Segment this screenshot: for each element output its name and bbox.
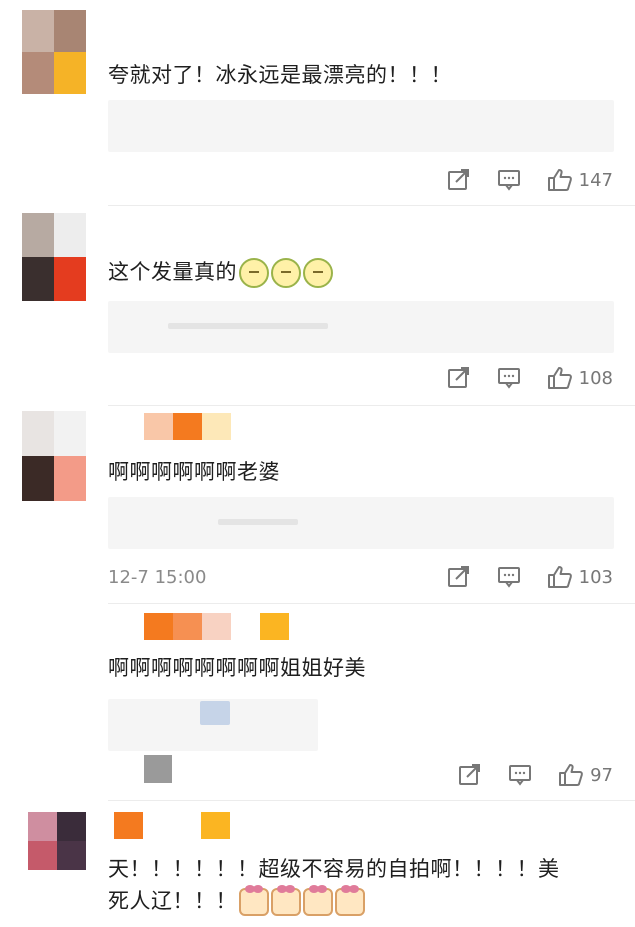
comment-text-content: 这个发量真的 <box>108 260 237 284</box>
blushing-face-emoji-icon <box>239 885 269 916</box>
like-button[interactable]: 108 <box>547 366 613 390</box>
like-button[interactable]: 103 <box>547 565 613 589</box>
comment-text-line2: 死人辽！！！ <box>108 884 365 918</box>
comment-text: 夸就对了！冰永远是最漂亮的！！！ <box>108 63 452 87</box>
share-icon <box>447 169 469 190</box>
comment-button[interactable] <box>508 764 532 786</box>
comment-text-content: 死人辽！！！ <box>108 889 237 913</box>
comment-icon <box>497 368 520 389</box>
like-count: 108 <box>578 367 613 389</box>
comment-icon <box>497 170 520 191</box>
comment-item: 夸就对了！冰永远是最漂亮的！！！ 147 <box>0 0 635 205</box>
reply-preview-text <box>168 323 328 329</box>
share-icon <box>447 566 469 587</box>
comment-actions: 103 <box>447 565 613 589</box>
thumbs-up-icon <box>547 566 572 588</box>
comment-actions: 108 <box>447 366 613 390</box>
thumbs-up-icon <box>559 764 583 786</box>
comment-actions: 97 <box>458 763 613 787</box>
avatar[interactable] <box>22 213 86 301</box>
comment-button[interactable] <box>497 566 521 588</box>
like-button[interactable]: 97 <box>558 763 613 787</box>
blushing-face-emoji-icon <box>303 885 333 916</box>
share-button[interactable] <box>447 566 471 588</box>
timestamp: 12-7 15:00 <box>108 567 207 588</box>
lemon-face-emoji-icon <box>271 258 301 288</box>
lemon-face-emoji-icon <box>303 258 333 288</box>
share-button[interactable] <box>447 169 471 191</box>
share-button[interactable] <box>458 764 482 786</box>
comment-icon <box>509 765 532 786</box>
reply-avatar[interactable] <box>144 755 172 783</box>
reply-preview[interactable] <box>108 497 614 549</box>
reply-preview-text <box>218 519 298 525</box>
share-button[interactable] <box>447 367 471 389</box>
comment-item: 这个发量真的 108 <box>0 205 635 405</box>
reply-preview[interactable] <box>108 301 614 353</box>
reply-preview[interactable] <box>108 100 614 152</box>
comment-text: 啊啊啊啊啊啊啊啊姐姐好美 <box>108 656 366 680</box>
comment-item: 啊啊啊啊啊啊啊啊姐姐好美 97 <box>0 603 635 800</box>
comment-text: 天！！！！！！超级不容易的自拍啊！！！！美 <box>108 857 560 881</box>
comment-button[interactable] <box>497 367 521 389</box>
like-count: 147 <box>578 169 613 191</box>
reply-preview-image <box>200 701 230 725</box>
share-icon <box>447 367 469 388</box>
share-icon <box>459 764 481 785</box>
comment-actions: 147 <box>447 168 613 192</box>
thumbs-up-icon <box>547 367 572 389</box>
avatar[interactable] <box>22 10 86 94</box>
lemon-face-emoji-icon <box>239 258 269 288</box>
username-pixelated[interactable] <box>144 613 289 640</box>
avatar[interactable] <box>22 411 86 501</box>
like-button[interactable]: 147 <box>547 168 613 192</box>
like-count: 97 <box>590 764 613 786</box>
comment-item: 天！！！！！！超级不容易的自拍啊！！！！美 死人辽！！！ <box>0 800 635 927</box>
reply-preview[interactable] <box>108 699 318 751</box>
username-pixelated[interactable] <box>114 812 230 839</box>
blushing-face-emoji-icon <box>335 885 365 916</box>
comment-item: 啊啊啊啊啊啊老婆 12-7 15:00 103 <box>0 405 635 603</box>
thumbs-up-icon <box>547 169 572 191</box>
comment-icon <box>497 567 520 588</box>
username-pixelated[interactable] <box>144 413 231 440</box>
comment-text: 啊啊啊啊啊啊老婆 <box>108 460 280 484</box>
avatar[interactable] <box>28 812 86 870</box>
like-count: 103 <box>578 566 613 588</box>
comment-text: 这个发量真的 <box>108 255 333 289</box>
blushing-face-emoji-icon <box>271 885 301 916</box>
comment-button[interactable] <box>497 169 521 191</box>
